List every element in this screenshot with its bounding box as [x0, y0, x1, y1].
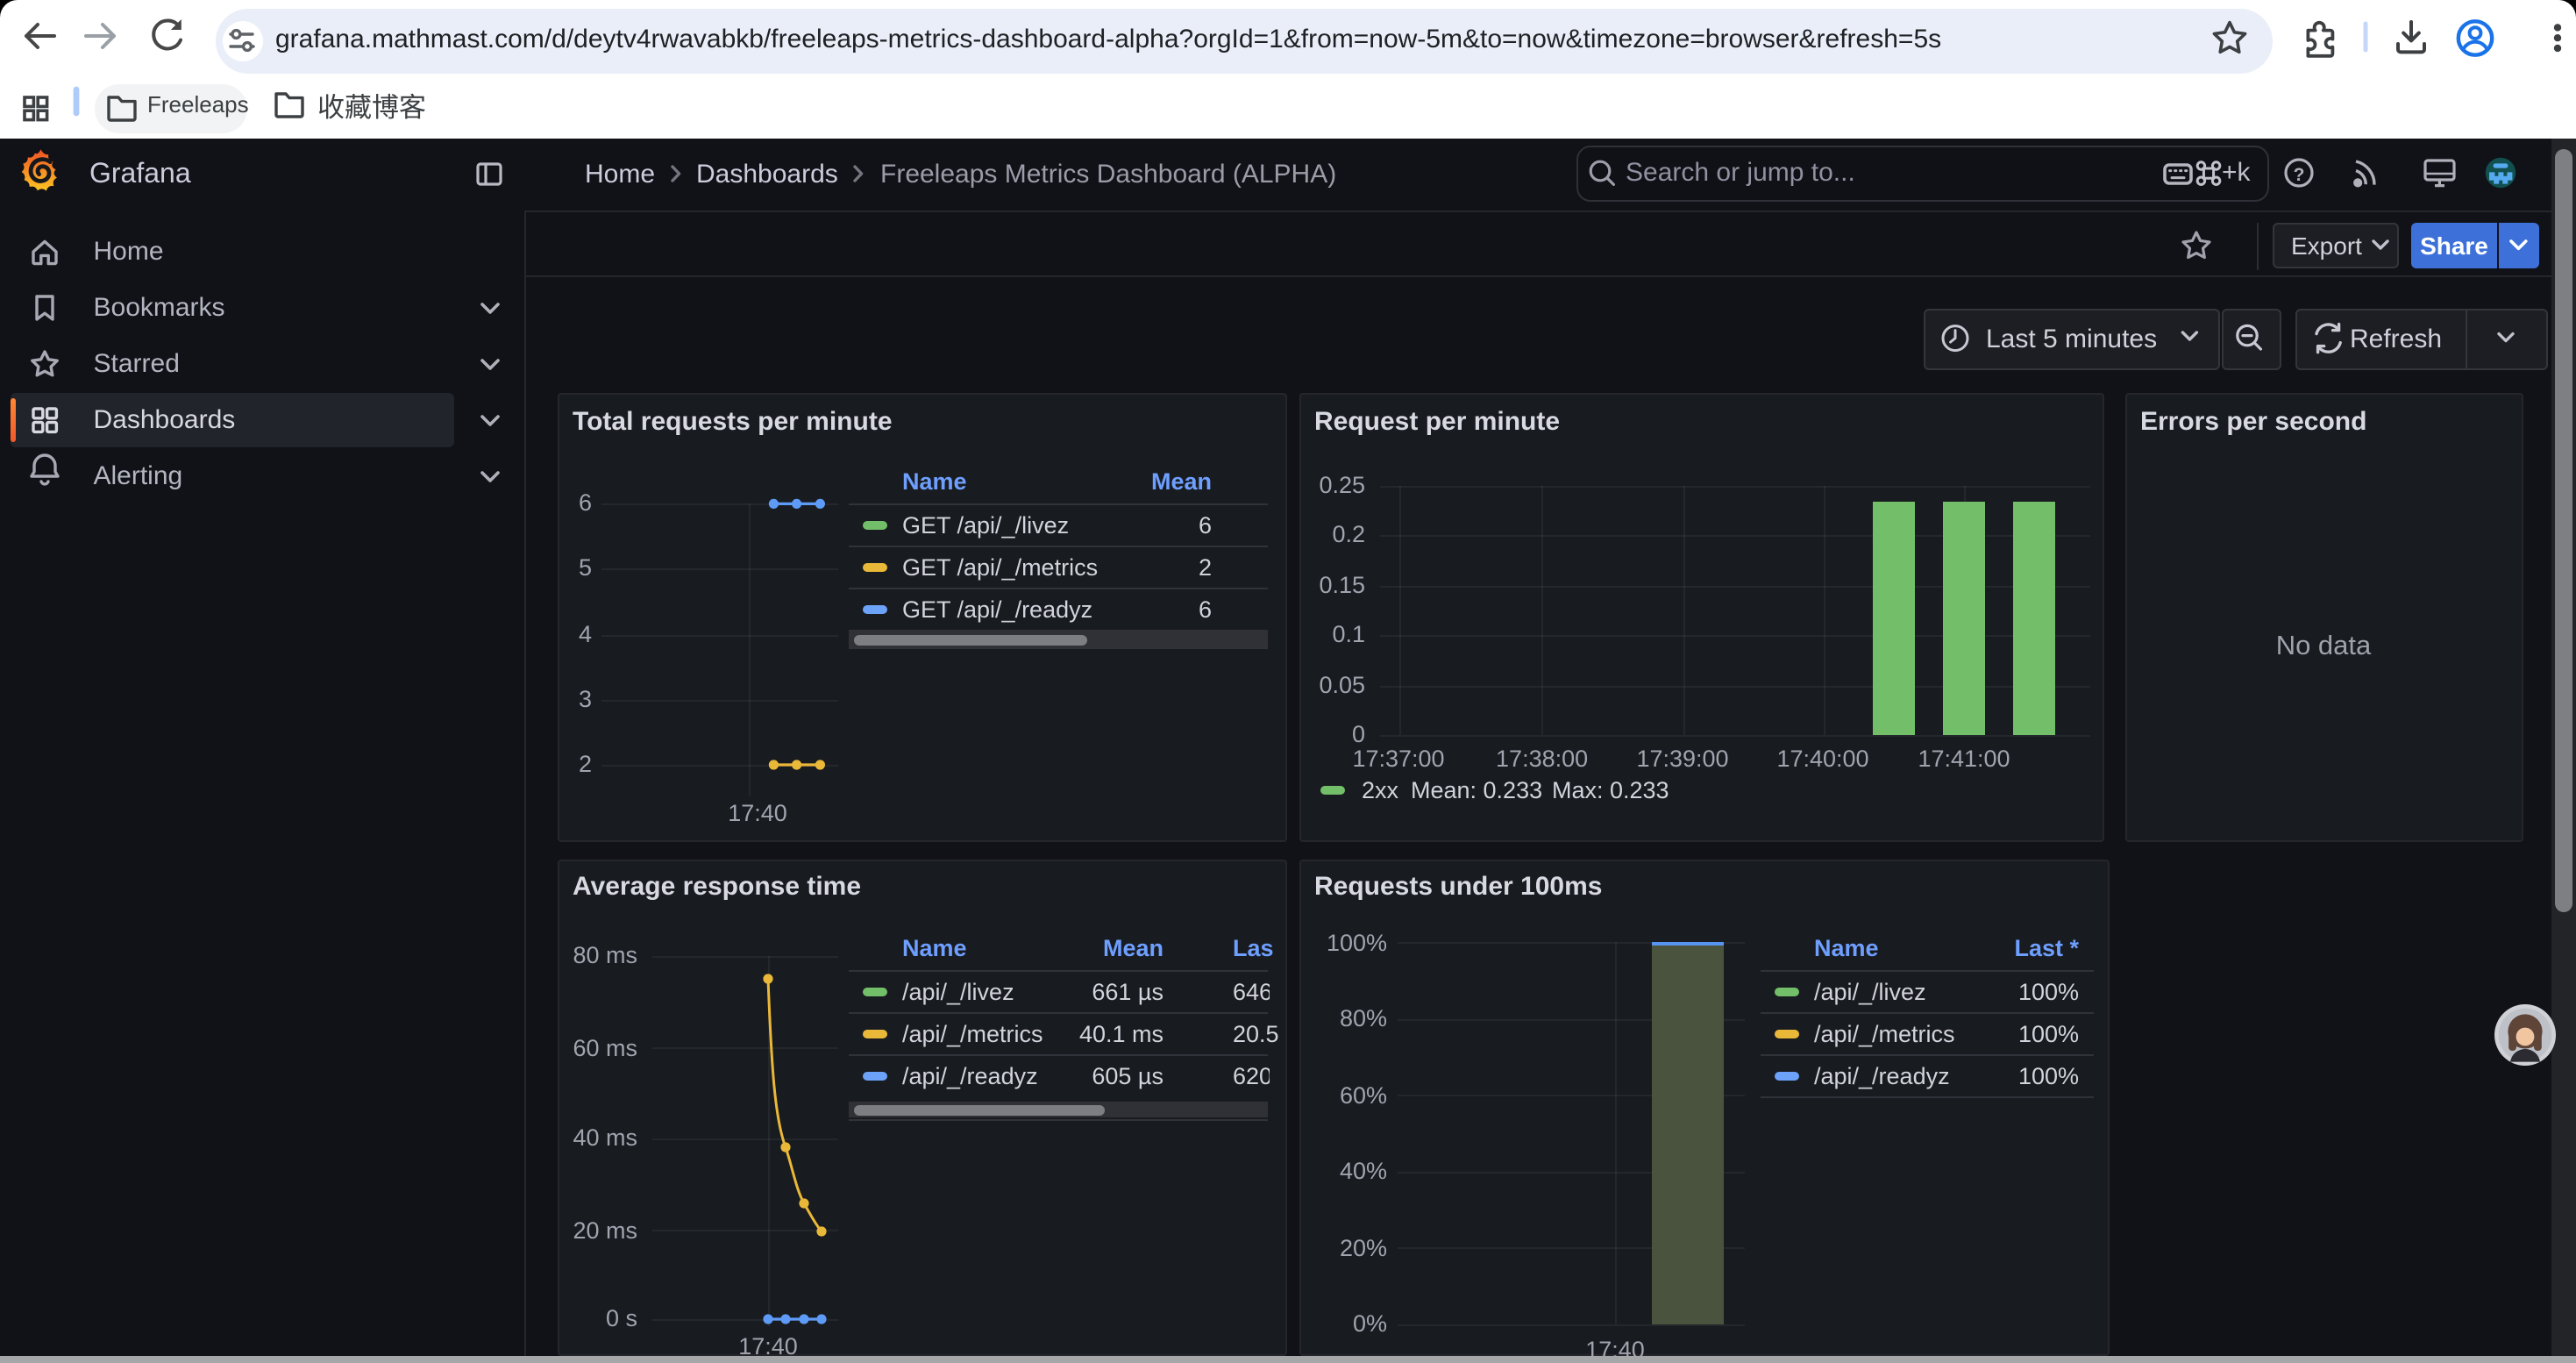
svg-text:?: ? [2294, 165, 2305, 185]
